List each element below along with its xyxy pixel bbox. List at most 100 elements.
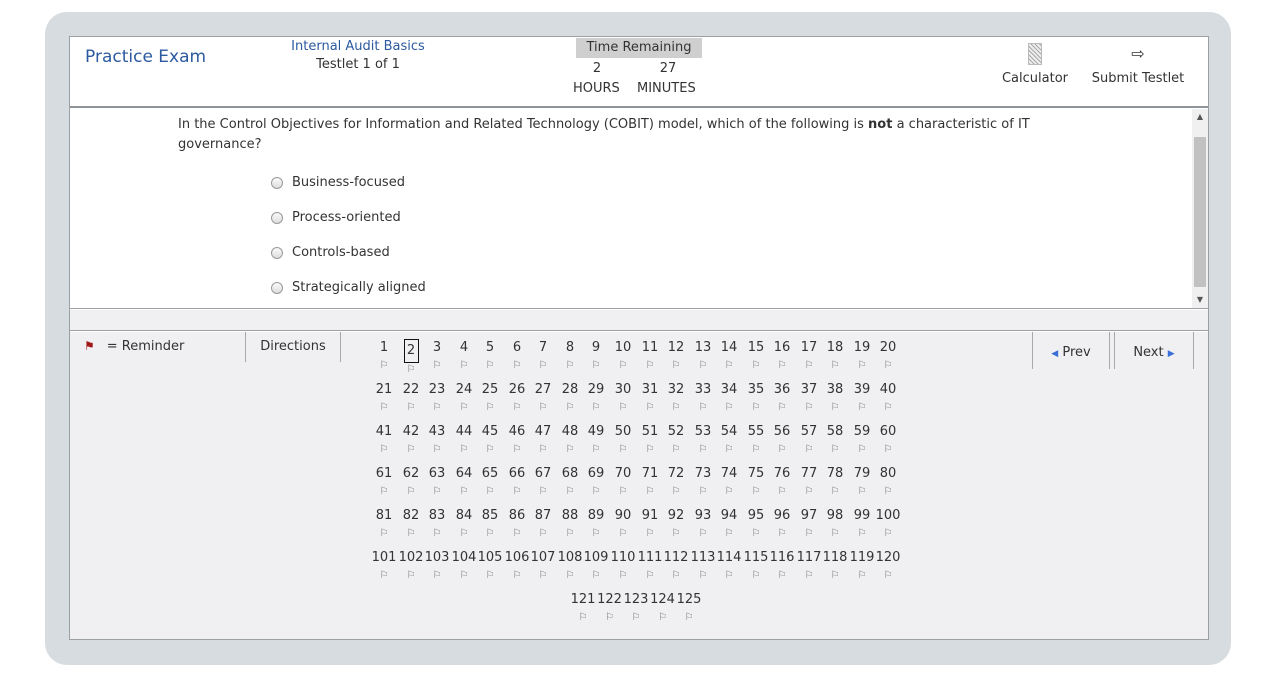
question-nav-item[interactable]: 77 ⚐ — [796, 465, 822, 499]
flag-outline-icon[interactable]: ⚐ — [849, 401, 875, 415]
question-nav-item[interactable]: 75 ⚐ — [743, 465, 769, 499]
question-number[interactable]: 84 — [451, 507, 477, 527]
question-number[interactable]: 123 — [623, 591, 649, 611]
question-nav-item[interactable]: 21 ⚐ — [371, 381, 397, 415]
radio-button[interactable] — [271, 281, 283, 294]
question-nav-item[interactable]: 52 ⚐ — [663, 423, 689, 457]
question-number[interactable]: 58 — [822, 423, 848, 443]
question-nav-item[interactable]: 90 ⚐ — [610, 507, 636, 541]
flag-outline-icon[interactable]: ⚐ — [424, 443, 450, 457]
flag-outline-icon[interactable]: ⚐ — [424, 359, 450, 373]
flag-outline-icon[interactable]: ⚐ — [875, 359, 901, 373]
question-number[interactable]: 11 — [637, 339, 663, 359]
question-nav-item[interactable]: 47 ⚐ — [530, 423, 556, 457]
question-number[interactable]: 48 — [557, 423, 583, 443]
question-number[interactable]: 96 — [769, 507, 795, 527]
flag-outline-icon[interactable]: ⚐ — [849, 359, 875, 373]
question-nav-item[interactable]: 97 ⚐ — [796, 507, 822, 541]
flag-outline-icon[interactable]: ⚐ — [557, 485, 583, 499]
question-nav-item[interactable]: 31 ⚐ — [637, 381, 663, 415]
flag-outline-icon[interactable]: ⚐ — [822, 569, 848, 583]
flag-outline-icon[interactable]: ⚐ — [875, 401, 901, 415]
question-nav-item[interactable]: 116 ⚐ — [769, 549, 795, 583]
flag-outline-icon[interactable]: ⚐ — [597, 611, 623, 625]
question-nav-item[interactable]: 14 ⚐ — [716, 339, 742, 373]
question-number[interactable]: 77 — [796, 465, 822, 485]
question-number[interactable]: 102 — [398, 549, 424, 569]
flag-outline-icon[interactable]: ⚐ — [557, 401, 583, 415]
question-nav-item[interactable]: 117 ⚐ — [796, 549, 822, 583]
question-number[interactable]: 53 — [690, 423, 716, 443]
question-number[interactable]: 41 — [371, 423, 397, 443]
question-number[interactable]: 89 — [583, 507, 609, 527]
question-nav-item[interactable]: 94 ⚐ — [716, 507, 742, 541]
question-number[interactable]: 125 — [676, 591, 702, 611]
question-number[interactable]: 28 — [557, 381, 583, 401]
question-nav-item[interactable]: 17 ⚐ — [796, 339, 822, 373]
question-nav-item[interactable]: 114 ⚐ — [716, 549, 742, 583]
question-number[interactable]: 106 — [504, 549, 530, 569]
submit-testlet-button[interactable]: ⇨ Submit Testlet — [1086, 43, 1190, 86]
question-number[interactable]: 16 — [769, 339, 795, 359]
flag-outline-icon[interactable]: ⚐ — [663, 443, 689, 457]
question-number[interactable]: 9 — [583, 339, 609, 359]
flag-outline-icon[interactable]: ⚐ — [743, 527, 769, 541]
flag-outline-icon[interactable]: ⚐ — [610, 443, 636, 457]
flag-outline-icon[interactable]: ⚐ — [743, 485, 769, 499]
flag-outline-icon[interactable]: ⚐ — [716, 443, 742, 457]
question-nav-item[interactable]: 74 ⚐ — [716, 465, 742, 499]
flag-outline-icon[interactable]: ⚐ — [822, 485, 848, 499]
question-number[interactable]: 18 — [822, 339, 848, 359]
question-number[interactable]: 88 — [557, 507, 583, 527]
question-nav-item[interactable]: 16 ⚐ — [769, 339, 795, 373]
question-number[interactable]: 40 — [875, 381, 901, 401]
question-nav-item[interactable]: 41 ⚐ — [371, 423, 397, 457]
question-number[interactable]: 42 — [398, 423, 424, 443]
question-number-current[interactable]: 2 — [403, 339, 419, 363]
prev-button[interactable]: ◀ Prev — [1032, 332, 1110, 369]
question-nav-item[interactable]: 18 ⚐ — [822, 339, 848, 373]
question-nav-item[interactable]: 51 ⚐ — [637, 423, 663, 457]
question-number[interactable]: 20 — [875, 339, 901, 359]
question-nav-item[interactable]: 87 ⚐ — [530, 507, 556, 541]
question-number[interactable]: 67 — [530, 465, 556, 485]
question-number[interactable]: 70 — [610, 465, 636, 485]
question-number[interactable]: 71 — [637, 465, 663, 485]
flag-outline-icon[interactable]: ⚐ — [583, 527, 609, 541]
question-nav-item[interactable]: 12 ⚐ — [663, 339, 689, 373]
flag-outline-icon[interactable]: ⚐ — [716, 401, 742, 415]
flag-outline-icon[interactable]: ⚐ — [557, 527, 583, 541]
flag-outline-icon[interactable]: ⚐ — [769, 359, 795, 373]
question-number[interactable]: 64 — [451, 465, 477, 485]
question-nav-item[interactable]: 73 ⚐ — [690, 465, 716, 499]
question-number[interactable]: 114 — [716, 549, 742, 569]
question-number[interactable]: 52 — [663, 423, 689, 443]
flag-outline-icon[interactable]: ⚐ — [530, 443, 556, 457]
flag-outline-icon[interactable]: ⚐ — [371, 569, 397, 583]
flag-outline-icon[interactable]: ⚐ — [570, 611, 596, 625]
flag-outline-icon[interactable]: ⚐ — [769, 527, 795, 541]
flag-outline-icon[interactable]: ⚐ — [371, 443, 397, 457]
question-number[interactable]: 49 — [583, 423, 609, 443]
question-number[interactable]: 91 — [637, 507, 663, 527]
question-nav-item[interactable]: 4 ⚐ — [451, 339, 477, 373]
question-number[interactable]: 99 — [849, 507, 875, 527]
question-number[interactable]: 83 — [424, 507, 450, 527]
question-number[interactable]: 115 — [743, 549, 769, 569]
question-nav-item[interactable]: 99 ⚐ — [849, 507, 875, 541]
flag-outline-icon[interactable]: ⚐ — [875, 485, 901, 499]
answer-option-a[interactable]: Business-focused — [271, 175, 405, 190]
question-nav-item[interactable]: 83 ⚐ — [424, 507, 450, 541]
question-number[interactable]: 25 — [477, 381, 503, 401]
question-nav-item[interactable]: 71 ⚐ — [637, 465, 663, 499]
question-nav-item[interactable]: 13 ⚐ — [690, 339, 716, 373]
flag-outline-icon[interactable]: ⚐ — [676, 611, 702, 625]
question-nav-item[interactable]: 69 ⚐ — [583, 465, 609, 499]
flag-outline-icon[interactable]: ⚐ — [743, 569, 769, 583]
question-nav-item[interactable]: 91 ⚐ — [637, 507, 663, 541]
flag-outline-icon[interactable]: ⚐ — [371, 485, 397, 499]
flag-outline-icon[interactable]: ⚐ — [716, 569, 742, 583]
flag-outline-icon[interactable]: ⚐ — [557, 359, 583, 373]
question-nav-item[interactable]: 106 ⚐ — [504, 549, 530, 583]
question-number[interactable]: 65 — [477, 465, 503, 485]
